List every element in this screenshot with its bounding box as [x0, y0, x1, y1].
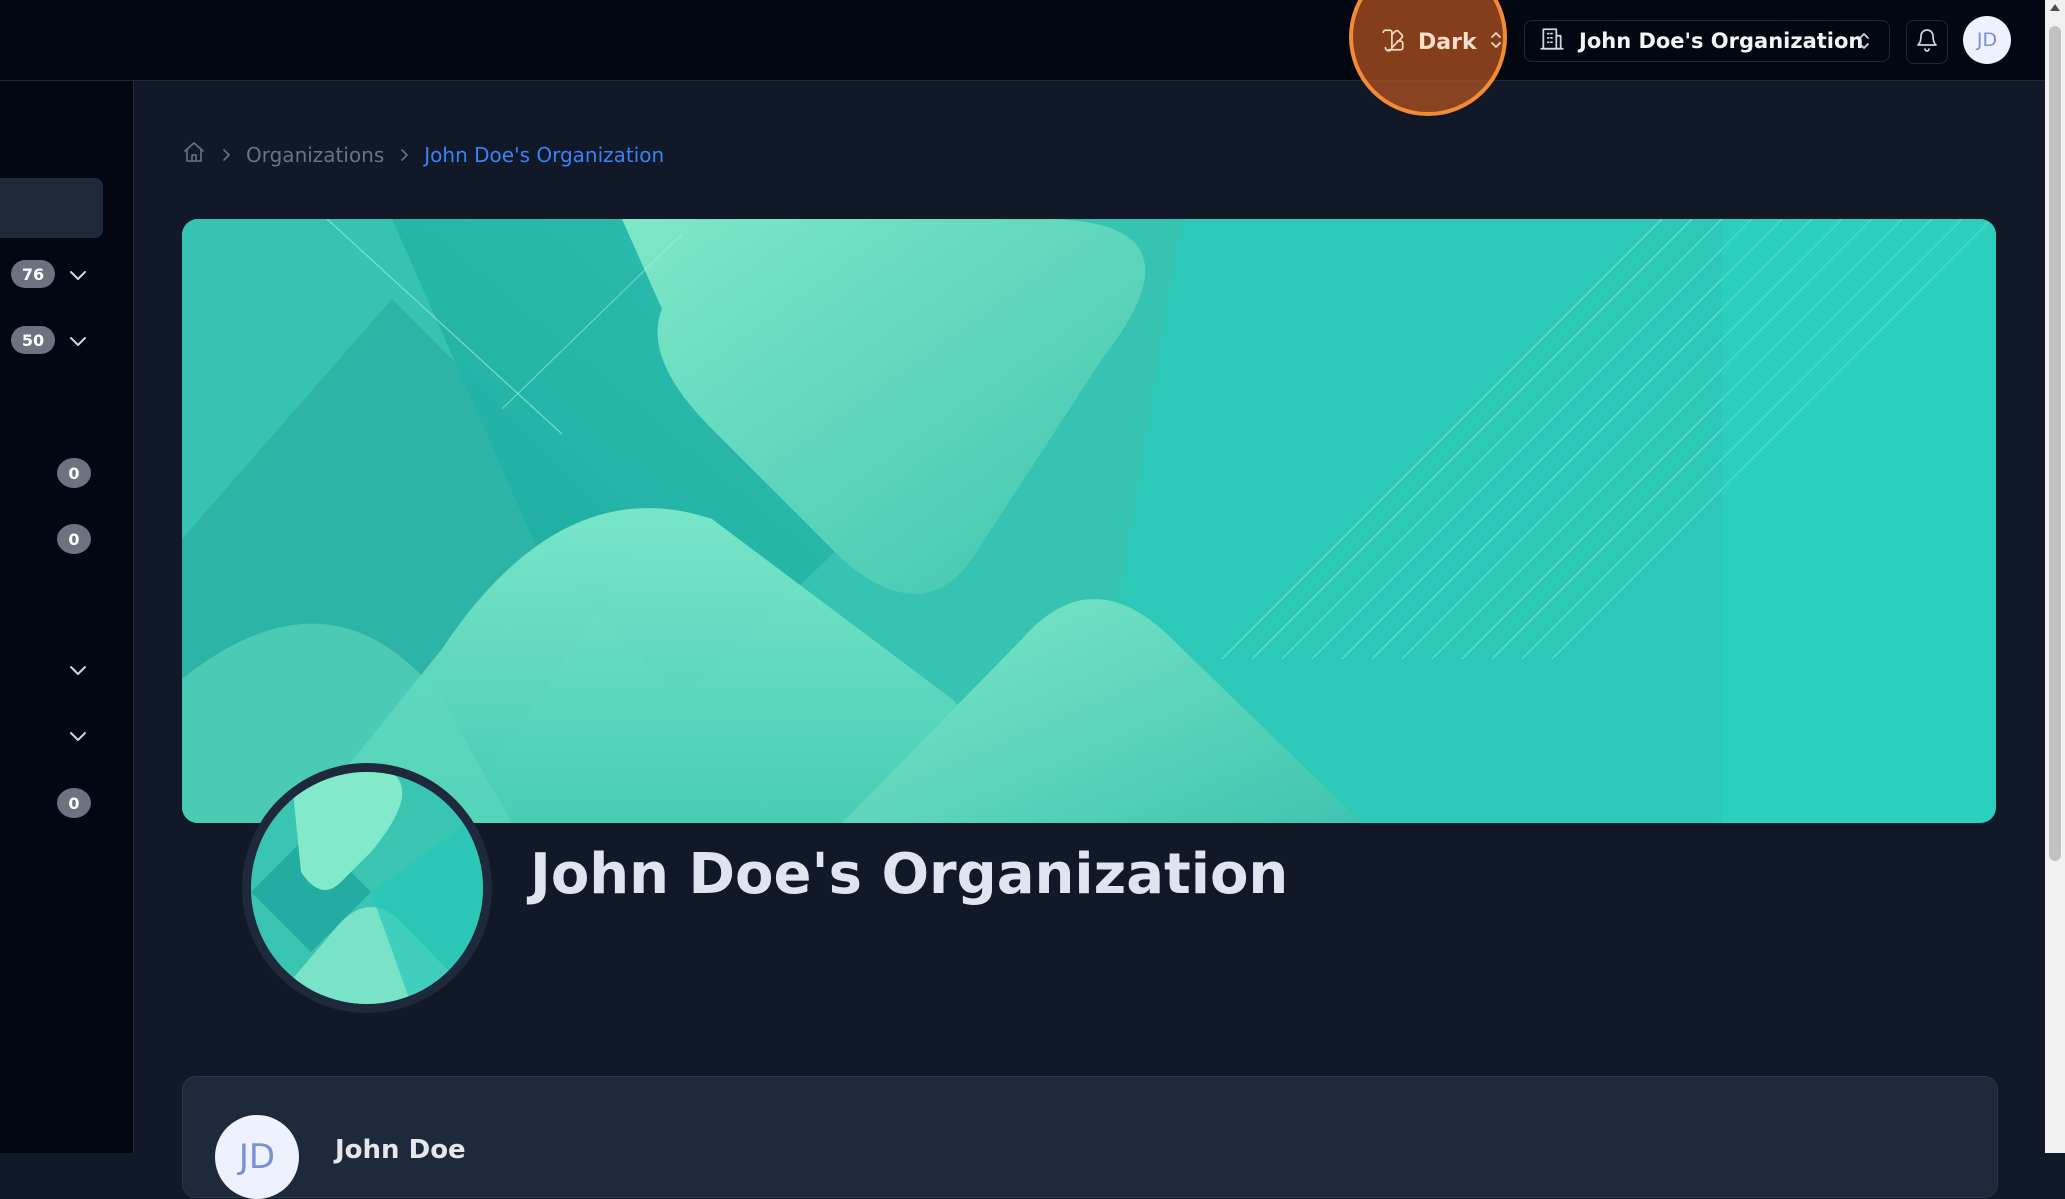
scroll-up-arrow[interactable]	[2050, 4, 2060, 11]
organization-switcher[interactable]: John Doe's Organization	[1524, 20, 1890, 62]
organization-cover-image	[182, 219, 1996, 823]
theme-label: Dark	[1418, 29, 1477, 55]
home-icon[interactable]	[182, 140, 206, 169]
chevron-up-down-icon	[1489, 29, 1503, 55]
scrollbar-thumb[interactable]	[2049, 26, 2061, 861]
member-name: John Doe	[335, 1135, 466, 1165]
sidebar: 76 50 0 0 0	[0, 81, 134, 1153]
notifications-button[interactable]	[1906, 20, 1948, 64]
breadcrumb: Organizations John Doe's Organization	[182, 140, 664, 169]
palette-icon	[1380, 27, 1406, 57]
organization-switcher-label: John Doe's Organization	[1579, 29, 1864, 53]
top-bar: Dark John Doe's Organization JD	[0, 0, 2045, 116]
sidebar-count-badge: 76	[11, 260, 55, 288]
sidebar-count-badge: 0	[57, 524, 91, 554]
sidebar-count-badge: 0	[57, 788, 91, 818]
breadcrumb-organizations[interactable]: Organizations	[246, 143, 384, 167]
chevron-right-icon	[220, 143, 232, 167]
organization-logo	[242, 763, 492, 1013]
breadcrumb-current: John Doe's Organization	[424, 142, 665, 167]
sidebar-count-badge: 50	[11, 326, 55, 354]
page-scrollbar[interactable]	[2045, 0, 2065, 1153]
chevron-right-icon	[398, 143, 410, 167]
chevron-down-icon[interactable]	[68, 726, 88, 746]
user-avatar[interactable]: JD	[1963, 16, 2011, 64]
member-avatar[interactable]: JD	[215, 1115, 299, 1199]
chevron-up-down-icon	[1857, 29, 1871, 57]
chevron-down-icon[interactable]	[68, 331, 88, 351]
member-card: JD John Doe	[182, 1076, 1998, 1199]
theme-switcher-button[interactable]: Dark	[1364, 18, 1504, 66]
sidebar-item-active[interactable]	[0, 178, 103, 238]
chevron-down-icon[interactable]	[68, 265, 88, 285]
bell-icon	[1915, 28, 1939, 56]
sidebar-count-badge: 0	[57, 458, 91, 488]
building-icon	[1539, 26, 1565, 56]
chevron-down-icon[interactable]	[68, 660, 88, 680]
organization-name: John Doe's Organization	[530, 842, 1289, 907]
